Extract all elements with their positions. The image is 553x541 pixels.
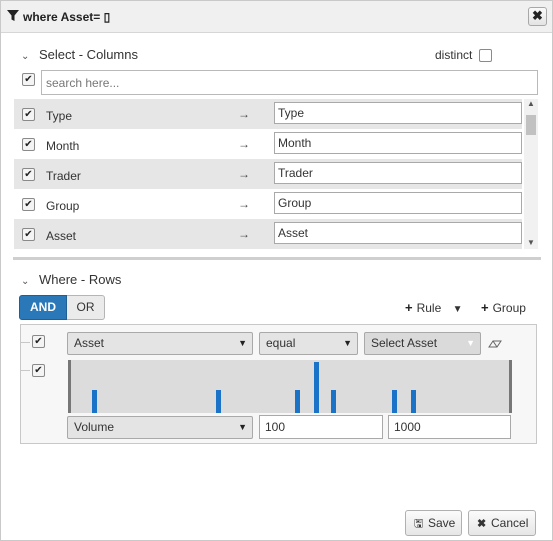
column-search-input[interactable] xyxy=(41,70,538,95)
scroll-thumb[interactable] xyxy=(526,115,536,135)
or-button[interactable]: OR xyxy=(67,295,105,320)
add-rule-label: Rule xyxy=(416,301,442,315)
rule-operator-select[interactable]: equal ▼ xyxy=(259,332,358,355)
query-dialog: where Asset= ▯ ✖ ⌄ Select - Columns disti… xyxy=(0,0,553,541)
select-columns-header[interactable]: ⌄ Select - Columns xyxy=(21,47,138,62)
caret-down-icon[interactable]: ▼ xyxy=(453,304,463,315)
arrow-right-icon: → xyxy=(238,107,250,121)
column-name: Type xyxy=(46,109,73,123)
column-name: Month xyxy=(46,139,80,153)
rule-field-value: Asset xyxy=(74,336,105,350)
section-divider xyxy=(13,257,541,260)
rule-operator-value: equal xyxy=(266,336,296,350)
column-row-group: ✔ Group → xyxy=(14,189,522,219)
rule-value-placeholder: Select Asset xyxy=(371,336,438,350)
dialog-titlebar: where Asset= ▯ ✖ xyxy=(1,1,552,33)
tree-connector xyxy=(20,370,30,371)
column-alias-input[interactable] xyxy=(274,102,522,124)
arrow-right-icon: → xyxy=(238,167,250,181)
column-list-scrollbar[interactable]: ▲ ▼ xyxy=(524,99,538,249)
caret-down-icon: ▼ xyxy=(466,338,475,348)
scroll-down-icon[interactable]: ▼ xyxy=(527,238,535,247)
caret-down-icon: ▼ xyxy=(343,338,352,348)
histogram-bar xyxy=(411,390,416,413)
dialog-title: where Asset= ▯ xyxy=(23,10,111,24)
volume-range-histogram[interactable] xyxy=(68,360,512,413)
plus-icon: + xyxy=(405,300,413,315)
histogram-bar xyxy=(392,390,397,413)
column-row-month: ✔ Month → xyxy=(14,129,522,159)
tree-connector xyxy=(20,342,30,343)
column-name: Asset xyxy=(46,229,77,243)
and-button[interactable]: AND xyxy=(19,295,67,320)
add-rule-button[interactable]: + Rule ▼ xyxy=(405,300,463,315)
column-checkbox[interactable]: ✔ xyxy=(22,138,35,151)
caret-down-icon: ▼ xyxy=(238,422,247,432)
column-row-type: ✔ Type → xyxy=(14,99,522,129)
save-button[interactable]: 🖫 Save xyxy=(405,510,462,536)
column-alias-input[interactable] xyxy=(274,162,522,184)
select-all-checkbox[interactable]: ✔ xyxy=(22,73,35,86)
caret-down-icon: ▼ xyxy=(238,338,247,348)
column-alias-input[interactable] xyxy=(274,192,522,214)
chevron-down-icon: ⌄ xyxy=(21,51,30,62)
column-alias-input[interactable] xyxy=(274,222,522,244)
range-field-select[interactable]: Volume ▼ xyxy=(67,416,253,439)
column-name: Group xyxy=(46,199,80,213)
save-icon: 🖫 xyxy=(414,518,424,530)
plus-icon: + xyxy=(481,300,489,315)
chevron-down-icon: ⌄ xyxy=(21,276,30,287)
rule-checkbox[interactable]: ✔ xyxy=(32,335,45,348)
filter-icon xyxy=(7,10,19,21)
close-button[interactable]: ✖ xyxy=(528,7,547,26)
where-rows-header[interactable]: ⌄ Where - Rows xyxy=(21,272,121,287)
rule-checkbox[interactable]: ✔ xyxy=(32,364,45,377)
close-icon: ✖ xyxy=(477,518,487,530)
add-group-button[interactable]: + Group xyxy=(481,300,526,315)
column-checkbox[interactable]: ✔ xyxy=(22,228,35,241)
histogram-bar xyxy=(331,390,336,413)
distinct-label: distinct xyxy=(435,48,473,62)
cancel-button[interactable]: ✖ Cancel xyxy=(468,510,536,536)
column-alias-input[interactable] xyxy=(274,132,522,154)
save-label: Save xyxy=(428,516,456,530)
rule-field-select[interactable]: Asset ▼ xyxy=(67,332,253,355)
select-columns-title: Select - Columns xyxy=(39,47,138,62)
column-checkbox[interactable]: ✔ xyxy=(22,198,35,211)
cancel-label: Cancel xyxy=(491,516,529,530)
histogram-bar xyxy=(216,390,221,413)
eraser-icon[interactable] xyxy=(488,338,502,348)
histogram-bar xyxy=(295,390,300,413)
range-field-value: Volume xyxy=(74,420,115,434)
column-checkbox[interactable]: ✔ xyxy=(22,168,35,181)
column-list: ✔ Type → ✔ Month → ✔ Trader → ✔ Group → … xyxy=(14,99,522,249)
column-row-trader: ✔ Trader → xyxy=(14,159,522,189)
scroll-up-icon[interactable]: ▲ xyxy=(527,99,535,108)
histogram-bar xyxy=(314,362,319,413)
distinct-checkbox[interactable] xyxy=(479,49,492,62)
arrow-right-icon: → xyxy=(238,137,250,151)
condition-toggle: AND OR xyxy=(19,295,105,320)
range-min-input[interactable]: 100 xyxy=(259,415,383,439)
rule-value-select[interactable]: Select Asset ▼ xyxy=(364,332,481,355)
range-max-input[interactable]: 1000 xyxy=(388,415,511,439)
arrow-right-icon: → xyxy=(238,197,250,211)
arrow-right-icon: → xyxy=(238,227,250,241)
column-row-asset: ✔ Asset → xyxy=(14,219,522,249)
column-name: Trader xyxy=(46,169,81,183)
add-group-label: Group xyxy=(492,301,526,315)
column-checkbox[interactable]: ✔ xyxy=(22,108,35,121)
histogram-bar xyxy=(92,390,97,413)
where-rows-title: Where - Rows xyxy=(39,272,122,287)
